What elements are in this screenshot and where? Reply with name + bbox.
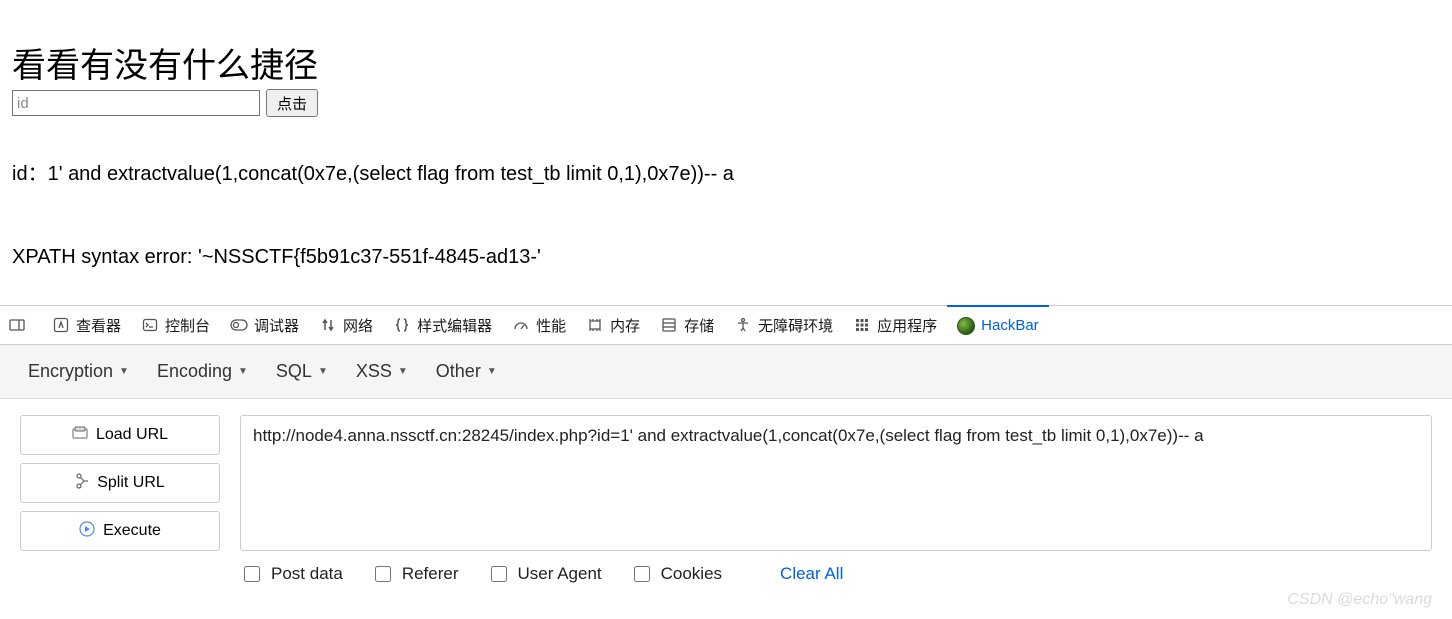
menu-xss[interactable]: XSS ▼ (356, 361, 408, 382)
tab-label: 性能 (536, 315, 566, 336)
button-label: Split URL (97, 474, 165, 492)
tab-label: 样式编辑器 (417, 315, 492, 336)
page-heading: 看看有没有什么捷径 (12, 38, 1440, 87)
check-label: Referer (402, 564, 459, 584)
load-url-icon (72, 426, 88, 445)
tab-label: 控制台 (165, 315, 210, 336)
tab-label: 调试器 (254, 315, 299, 336)
menu-encoding[interactable]: Encoding ▼ (157, 361, 248, 382)
tab-console[interactable]: 控制台 (131, 305, 220, 345)
tab-debugger[interactable]: 调试器 (220, 305, 309, 345)
check-post-data[interactable]: Post data (240, 563, 343, 585)
devtools-tabbar: 查看器 控制台 调试器 网络 样式编辑器 性能 内存 存储 无障碍环境 应用程序… (0, 305, 1452, 345)
caret-icon: ▼ (318, 366, 328, 377)
tab-style-editor[interactable]: 样式编辑器 (383, 305, 502, 345)
checkbox[interactable] (634, 566, 650, 582)
menu-other[interactable]: Other ▼ (436, 361, 497, 382)
clear-all-link[interactable]: Clear All (780, 564, 843, 584)
submit-button[interactable]: 点击 (266, 89, 318, 117)
tab-inspector[interactable]: 查看器 (42, 305, 131, 345)
menu-encryption[interactable]: Encryption ▼ (28, 361, 129, 382)
tab-performance[interactable]: 性能 (502, 305, 576, 345)
storage-icon (660, 316, 678, 334)
check-label: Post data (271, 564, 343, 584)
check-referer[interactable]: Referer (371, 563, 459, 585)
checkbox[interactable] (244, 566, 260, 582)
execute-icon (79, 521, 95, 542)
id-input[interactable] (12, 90, 260, 116)
devtools-dock-icon[interactable] (8, 316, 26, 334)
tab-storage[interactable]: 存储 (650, 305, 724, 345)
tab-label: 网络 (343, 315, 373, 336)
menu-label: Other (436, 361, 481, 382)
tab-label: 无障碍环境 (758, 315, 833, 336)
checkbox[interactable] (375, 566, 391, 582)
caret-icon: ▼ (398, 366, 408, 377)
check-user-agent[interactable]: User Agent (487, 563, 602, 585)
url-textarea[interactable] (240, 415, 1432, 551)
tab-label: 查看器 (76, 315, 121, 336)
tab-label: 存储 (684, 315, 714, 336)
style-editor-icon (393, 316, 411, 334)
console-icon (141, 316, 159, 334)
split-url-button[interactable]: Split URL (20, 463, 220, 503)
caret-icon: ▼ (119, 366, 129, 377)
checkbox[interactable] (491, 566, 507, 582)
tab-application[interactable]: 应用程序 (843, 305, 947, 345)
execute-button[interactable]: Execute (20, 511, 220, 551)
caret-icon: ▼ (238, 366, 248, 377)
hackbar-icon (957, 317, 975, 335)
memory-icon (586, 316, 604, 334)
error-line: XPATH syntax error: '~NSSCTF{f5b91c37-55… (12, 246, 1440, 269)
tab-hackbar[interactable]: HackBar (947, 305, 1049, 345)
split-url-icon (75, 473, 89, 494)
button-label: Load URL (96, 426, 168, 444)
tab-label: 应用程序 (877, 315, 937, 336)
menu-label: Encryption (28, 361, 113, 382)
network-icon (319, 316, 337, 334)
check-label: Cookies (661, 564, 722, 584)
performance-icon (512, 316, 530, 334)
menu-label: Encoding (157, 361, 232, 382)
menu-sql[interactable]: SQL ▼ (276, 361, 328, 382)
inspector-icon (52, 316, 70, 334)
tab-label: HackBar (981, 317, 1039, 334)
hackbar-body: Load URL Split URL Execute (0, 399, 1452, 561)
button-label: Execute (103, 522, 161, 540)
check-cookies[interactable]: Cookies (630, 563, 722, 585)
hackbar-checks: Post data Referer User Agent Cookies Cle… (0, 557, 1452, 585)
id-query-line: id：1' and extractvalue(1,concat(0x7e,(se… (12, 157, 1440, 186)
hackbar-menu-bar: Encryption ▼ Encoding ▼ SQL ▼ XSS ▼ Other ▼ (0, 345, 1452, 399)
tab-label: 内存 (610, 315, 640, 336)
watermark: CSDN @echo"wang (1287, 591, 1432, 609)
load-url-button[interactable]: Load URL (20, 415, 220, 455)
caret-icon: ▼ (487, 366, 497, 377)
accessibility-icon (734, 316, 752, 334)
tab-accessibility[interactable]: 无障碍环境 (724, 305, 843, 345)
menu-label: XSS (356, 361, 392, 382)
check-label: User Agent (518, 564, 602, 584)
application-icon (853, 316, 871, 334)
menu-label: SQL (276, 361, 312, 382)
debugger-icon (230, 316, 248, 334)
tab-memory[interactable]: 内存 (576, 305, 650, 345)
tab-network[interactable]: 网络 (309, 305, 383, 345)
